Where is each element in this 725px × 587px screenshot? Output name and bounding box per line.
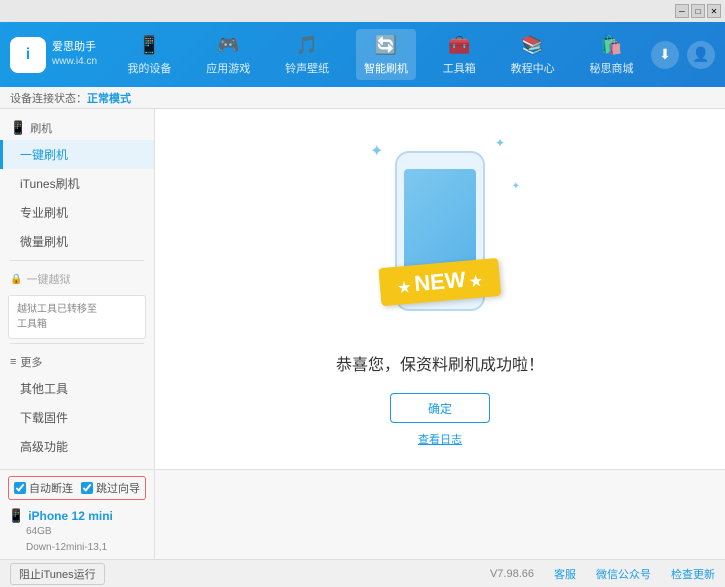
maximize-button[interactable]: □ (691, 4, 705, 18)
auto-disconnect-checkbox-label[interactable]: 自动断连 (14, 480, 73, 496)
sidebar-section-flash-label: 刷机 (30, 120, 52, 136)
nav-tab-ringtone-label: 铃声壁纸 (285, 60, 329, 76)
device-storage: 64GB (8, 524, 146, 540)
sidebar-item-one-key-flash[interactable]: 一键刷机 (0, 140, 154, 169)
wechat-public-link[interactable]: 微信公众号 (596, 566, 651, 582)
bottom-left-panel: 自动断连 跳过向导 📱 iPhone 12 mini 64GB Down-12m… (0, 470, 155, 559)
sidebar-item-pro-flash[interactable]: 专业刷机 (0, 198, 154, 227)
bottom-area: 自动断连 跳过向导 📱 iPhone 12 mini 64GB Down-12m… (0, 469, 725, 559)
lock-icon: 🔒 (10, 274, 22, 285)
logo: i 爱思助手 www.i4.cn (10, 37, 110, 73)
window-controls[interactable]: ─ □ ✕ (675, 4, 721, 18)
success-illustration: ✦ ✦ ✦ NEW (350, 131, 530, 331)
toolbox-icon: 🧰 (447, 33, 471, 57)
stop-itunes-button[interactable]: 阻止iTunes运行 (10, 563, 105, 585)
nav-tab-toolbox[interactable]: 🧰 工具箱 (435, 29, 484, 80)
version-text: V7.98.66 (490, 568, 534, 580)
nav-tabs: 📱 我的设备 🎮 应用游戏 🎵 铃声壁纸 🔄 智能刷机 🧰 工具箱 📚 教程中心… (110, 29, 651, 80)
confirm-button[interactable]: 确定 (390, 393, 490, 423)
smart-flash-icon: 🔄 (374, 33, 398, 57)
nav-tab-tutorial[interactable]: 📚 教程中心 (503, 29, 563, 80)
check-update-link[interactable]: 检查更新 (671, 566, 715, 582)
sparkle-icon-2: ✦ (495, 136, 505, 150)
status-label: 设备连接状态： (10, 90, 87, 106)
ringtone-icon: 🎵 (295, 33, 319, 57)
content-area: 📱 刷机 一键刷机 iTunes刷机 专业刷机 微量刷机 🔒 一键越狱 (0, 109, 725, 469)
skip-wizard-checkbox-label[interactable]: 跳过向导 (81, 480, 140, 496)
nav-tab-my-device[interactable]: 📱 我的设备 (119, 29, 179, 80)
sidebar: 📱 刷机 一键刷机 iTunes刷机 专业刷机 微量刷机 🔒 一键越狱 (0, 109, 155, 469)
device-icon: 📱 (8, 508, 24, 524)
sidebar-more-header: ≡ 更多 (0, 348, 154, 374)
sidebar-section-flash-header: 📱 刷机 (0, 114, 154, 140)
nav-tab-store[interactable]: 🛍️ 秘思商城 (581, 29, 641, 80)
sidebar-item-download-firmware[interactable]: 下载固件 (0, 403, 154, 432)
nav-tab-store-label: 秘思商城 (589, 60, 633, 76)
nav-tab-apps-games-label: 应用游戏 (206, 60, 250, 76)
apps-games-icon: 🎮 (216, 33, 240, 57)
skip-wizard-label: 跳过向导 (96, 480, 140, 496)
header-right: ⬇ 👤 (651, 41, 715, 69)
nav-tab-ringtone[interactable]: 🎵 铃声壁纸 (277, 29, 337, 80)
nav-tab-smart-flash-label: 智能刷机 (364, 60, 408, 76)
download-button[interactable]: ⬇ (651, 41, 679, 69)
skip-wizard-checkbox[interactable] (81, 482, 93, 494)
more-icon: ≡ (10, 356, 16, 368)
minimize-button[interactable]: ─ (675, 4, 689, 18)
logo-icon: i (10, 37, 46, 73)
nav-tab-tutorial-label: 教程中心 (511, 60, 555, 76)
tutorial-icon: 📚 (521, 33, 545, 57)
sidebar-more-label: 更多 (20, 354, 42, 370)
sidebar-item-itunes-flash[interactable]: iTunes刷机 (0, 169, 154, 198)
header: i 爱思助手 www.i4.cn 📱 我的设备 🎮 应用游戏 🎵 铃声壁纸 🔄 … (0, 22, 725, 87)
device-firmware: Down-12mini-13,1 (8, 540, 146, 556)
auto-disconnect-checkbox[interactable] (14, 482, 26, 494)
sidebar-jailbreak-header: 🔒 一键越狱 (0, 265, 154, 291)
sidebar-divider-2 (10, 343, 144, 344)
nav-tab-smart-flash[interactable]: 🔄 智能刷机 (356, 29, 416, 80)
sparkle-icon-1: ✦ (370, 141, 383, 161)
wizard-link[interactable]: 查看日志 (418, 431, 462, 447)
status-bar: 设备连接状态： 正常模式 (0, 87, 725, 109)
nav-tab-apps-games[interactable]: 🎮 应用游戏 (198, 29, 258, 80)
bottom-status-left: 阻止iTunes运行 (10, 563, 105, 585)
status-value: 正常模式 (87, 90, 131, 106)
sidebar-divider-1 (10, 260, 144, 261)
close-button[interactable]: ✕ (707, 4, 721, 18)
bottom-status-right: V7.98.66 客服 微信公众号 检查更新 (490, 566, 715, 582)
nav-tab-toolbox-label: 工具箱 (443, 60, 476, 76)
sidebar-section-more: ≡ 更多 其他工具 下载固件 高级功能 (0, 348, 154, 461)
user-button[interactable]: 👤 (687, 41, 715, 69)
sidebar-section-jailbreak: 🔒 一键越狱 越狱工具已转移至 工具箱 (0, 265, 154, 339)
sidebar-jailbreak-label: 一键越狱 (26, 271, 70, 287)
checkbox-row: 自动断连 跳过向导 (8, 476, 146, 500)
flash-section-icon: 📱 (10, 120, 26, 136)
phone-screen (404, 169, 476, 269)
sparkle-icon-3: ✦ (512, 181, 520, 192)
auto-disconnect-label: 自动断连 (29, 480, 73, 496)
sidebar-item-advanced-func[interactable]: 高级功能 (0, 432, 154, 461)
sidebar-item-micro-flash[interactable]: 微量刷机 (0, 227, 154, 256)
main-content: ✦ ✦ ✦ NEW 恭喜您，保资料刷机成功啦！ 确定 查看日志 (155, 109, 725, 469)
device-info: 📱 iPhone 12 mini 64GB Down-12mini-13,1 (8, 508, 146, 556)
success-title: 恭喜您，保资料刷机成功啦！ (336, 351, 544, 375)
bottom-right-panel (155, 470, 725, 559)
device-name: 📱 iPhone 12 mini (8, 508, 146, 524)
sidebar-item-other-tools[interactable]: 其他工具 (0, 374, 154, 403)
sidebar-jailbreak-note: 越狱工具已转移至 工具箱 (8, 295, 146, 339)
sidebar-section-flash: 📱 刷机 一键刷机 iTunes刷机 专业刷机 微量刷机 (0, 114, 154, 256)
bottom-status-bar: 阻止iTunes运行 V7.98.66 客服 微信公众号 检查更新 (0, 559, 725, 587)
store-icon: 🛍️ (599, 33, 623, 57)
logo-text: 爱思助手 www.i4.cn (52, 40, 97, 69)
nav-tab-my-device-label: 我的设备 (127, 60, 171, 76)
title-bar: ─ □ ✕ (0, 0, 725, 22)
customer-service-link[interactable]: 客服 (554, 566, 576, 582)
my-device-icon: 📱 (137, 33, 161, 57)
